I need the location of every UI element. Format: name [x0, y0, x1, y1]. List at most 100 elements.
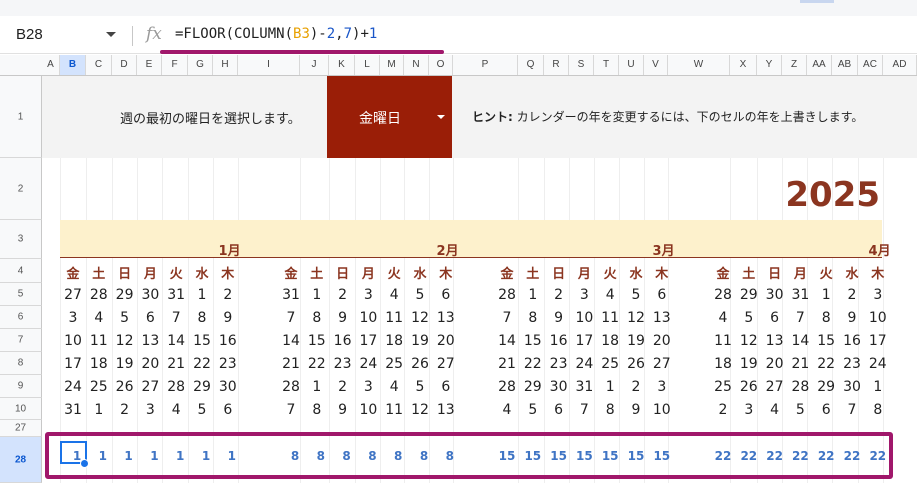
day-cell[interactable]: 31	[571, 379, 597, 395]
day-cell[interactable]: 2	[330, 287, 356, 303]
day-cell[interactable]: 21	[494, 356, 520, 372]
day-cell[interactable]: 26	[407, 356, 433, 372]
day-cell[interactable]: 31	[60, 402, 86, 418]
day-cell[interactable]: 14	[494, 333, 520, 349]
day-cell[interactable]: 30	[137, 287, 163, 303]
day-cell[interactable]: 26	[623, 356, 649, 372]
day-cell[interactable]: 8	[304, 402, 330, 418]
day-cell[interactable]: 13	[433, 402, 459, 418]
day-cell[interactable]: 7	[839, 402, 865, 418]
row28-cell[interactable]: 8	[334, 449, 360, 463]
day-cell[interactable]: 3	[865, 287, 891, 303]
row28-cell[interactable]: 1	[167, 449, 193, 463]
day-cell[interactable]: 9	[546, 310, 572, 326]
day-cell[interactable]: 9	[330, 402, 356, 418]
column-header-w[interactable]: W	[668, 55, 730, 75]
day-cell[interactable]: 11	[597, 310, 623, 326]
day-cell[interactable]: 5	[787, 402, 813, 418]
column-header-ad[interactable]: AD	[883, 55, 917, 75]
day-cell[interactable]: 18	[86, 356, 112, 372]
day-cell[interactable]: 13	[433, 310, 459, 326]
column-header-j[interactable]: J	[300, 55, 329, 75]
row-header-9[interactable]: 9	[0, 375, 42, 398]
day-cell[interactable]: 31	[163, 287, 189, 303]
row28-cell[interactable]: 22	[736, 449, 762, 463]
day-cell[interactable]: 29	[520, 379, 546, 395]
day-cell[interactable]: 8	[865, 402, 891, 418]
day-cell[interactable]: 19	[736, 356, 762, 372]
day-cell[interactable]: 29	[112, 287, 138, 303]
day-cell[interactable]: 4	[494, 402, 520, 418]
row-header-8[interactable]: 8	[0, 352, 42, 375]
day-cell[interactable]: 25	[597, 356, 623, 372]
day-cell[interactable]: 11	[710, 333, 736, 349]
row28-cell[interactable]: 22	[865, 449, 891, 463]
column-header-ac[interactable]: AC	[858, 55, 883, 75]
day-cell[interactable]: 14	[163, 333, 189, 349]
day-cell[interactable]: 21	[787, 356, 813, 372]
row-header-5[interactable]: 5	[0, 283, 42, 306]
row-header-6[interactable]: 6	[0, 306, 42, 329]
row28-cell[interactable]: 1	[193, 449, 219, 463]
day-cell[interactable]: 18	[597, 333, 623, 349]
day-cell[interactable]: 1	[86, 402, 112, 418]
day-cell[interactable]: 17	[571, 333, 597, 349]
day-cell[interactable]: 11	[86, 333, 112, 349]
day-cell[interactable]: 27	[762, 379, 788, 395]
column-header-d[interactable]: D	[112, 55, 137, 75]
day-cell[interactable]: 31	[787, 287, 813, 303]
day-cell[interactable]: 6	[649, 287, 675, 303]
column-header-c[interactable]: C	[86, 55, 112, 75]
day-cell[interactable]: 23	[215, 356, 241, 372]
day-cell[interactable]: 1	[520, 287, 546, 303]
row28-cell[interactable]: 15	[546, 449, 572, 463]
day-cell[interactable]: 4	[381, 379, 407, 395]
day-cell[interactable]: 5	[112, 310, 138, 326]
day-cell[interactable]: 16	[330, 333, 356, 349]
day-cell[interactable]: 18	[381, 333, 407, 349]
day-cell[interactable]: 24	[571, 356, 597, 372]
column-header-h[interactable]: H	[213, 55, 238, 75]
row28-cell[interactable]: 15	[597, 449, 623, 463]
column-header-l[interactable]: L	[355, 55, 380, 75]
column-header-e[interactable]: E	[137, 55, 162, 75]
day-cell[interactable]: 14	[278, 333, 304, 349]
fill-handle[interactable]	[80, 459, 89, 468]
day-cell[interactable]: 9	[839, 310, 865, 326]
row-header-28[interactable]: 28	[0, 437, 42, 483]
first-day-dropdown[interactable]: 金曜日	[327, 76, 452, 158]
row28-cell[interactable]: 8	[437, 449, 463, 463]
column-header-x[interactable]: X	[730, 55, 757, 75]
day-cell[interactable]: 10	[355, 310, 381, 326]
day-cell[interactable]: 25	[86, 379, 112, 395]
day-cell[interactable]: 1	[304, 379, 330, 395]
column-header-ab[interactable]: AB	[832, 55, 858, 75]
day-cell[interactable]: 12	[407, 402, 433, 418]
day-cell[interactable]: 30	[546, 379, 572, 395]
row-header-27[interactable]: 27	[0, 420, 42, 437]
day-cell[interactable]: 12	[407, 310, 433, 326]
day-cell[interactable]: 23	[330, 356, 356, 372]
day-cell[interactable]: 16	[546, 333, 572, 349]
day-cell[interactable]: 13	[137, 333, 163, 349]
day-cell[interactable]: 3	[649, 379, 675, 395]
row28-cell[interactable]: 22	[762, 449, 788, 463]
row-header-7[interactable]: 7	[0, 329, 42, 352]
column-header-f[interactable]: F	[162, 55, 188, 75]
day-cell[interactable]: 21	[163, 356, 189, 372]
row28-cell[interactable]: 15	[649, 449, 675, 463]
day-cell[interactable]: 3	[60, 310, 86, 326]
day-cell[interactable]: 30	[215, 379, 241, 395]
day-cell[interactable]: 8	[520, 310, 546, 326]
day-cell[interactable]: 4	[597, 287, 623, 303]
row28-cell[interactable]: 8	[282, 449, 308, 463]
day-cell[interactable]: 27	[649, 356, 675, 372]
day-cell[interactable]: 19	[112, 356, 138, 372]
day-cell[interactable]: 2	[623, 379, 649, 395]
day-cell[interactable]: 22	[304, 356, 330, 372]
day-cell[interactable]: 15	[813, 333, 839, 349]
row-header-3[interactable]: 3	[0, 220, 42, 259]
day-cell[interactable]: 14	[787, 333, 813, 349]
day-cell[interactable]: 29	[189, 379, 215, 395]
day-cell[interactable]: 6	[433, 287, 459, 303]
